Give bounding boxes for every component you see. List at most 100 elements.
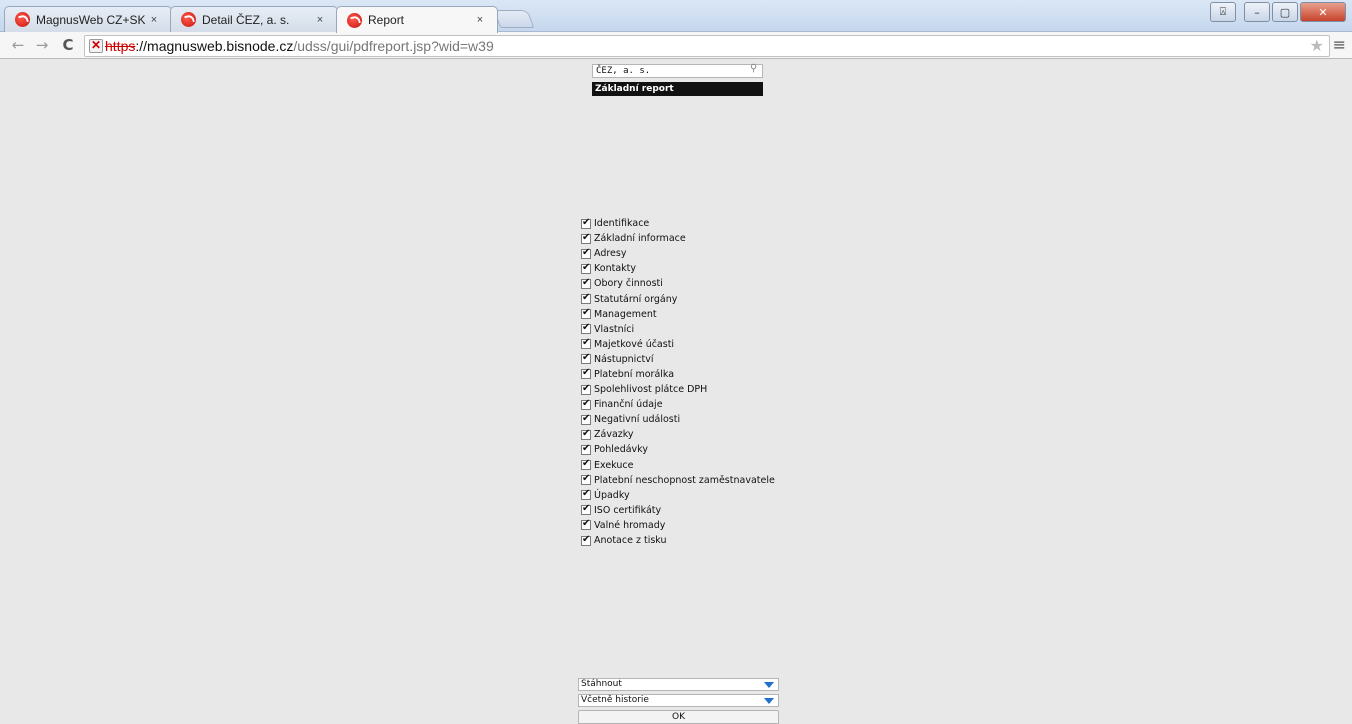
url-path: /udss/gui/pdfreport.jsp?wid=w39: [293, 38, 494, 54]
section-label: Kontakty: [594, 263, 636, 275]
report-sections-list: Identifikace Základní informace Adresy Kont…: [581, 216, 775, 548]
reload-icon[interactable]: C: [58, 35, 78, 55]
section-row[interactable]: Finanční údaje: [581, 397, 775, 412]
section-row[interactable]: Negativní události: [581, 412, 775, 427]
maximize-button[interactable]: ▢: [1272, 2, 1298, 22]
section-checkbox[interactable]: [581, 383, 591, 395]
user-icon[interactable]: ⍓: [1210, 2, 1236, 22]
output-mode-select[interactable]: Stáhnout: [578, 678, 779, 691]
tab-close-icon[interactable]: ×: [145, 14, 163, 26]
section-row[interactable]: Valné hromady: [581, 518, 775, 533]
search-icon[interactable]: ⚲: [750, 63, 757, 74]
section-row[interactable]: Úpadky: [581, 488, 775, 503]
section-checkbox[interactable]: [581, 337, 591, 350]
section-row[interactable]: Identifikace: [581, 216, 775, 231]
section-checkbox[interactable]: [581, 518, 591, 531]
section-checkbox[interactable]: [581, 292, 591, 305]
tab-title: Detail ČEZ, a. s.: [202, 12, 290, 27]
section-label: Platební morálka: [594, 368, 675, 380]
tab-magnusweb[interactable]: MagnusWeb CZ+SK ×: [4, 6, 172, 32]
close-window-button[interactable]: ✕: [1300, 2, 1346, 22]
dropdown-arrow-icon: [764, 698, 774, 704]
section-label: Adresy: [594, 248, 627, 260]
section-checkbox[interactable]: [581, 428, 591, 440]
section-checkbox[interactable]: [581, 322, 591, 335]
tab-title: Report: [368, 13, 405, 27]
section-checkbox[interactable]: [581, 443, 591, 455]
report-type-item[interactable]: Základní report: [592, 82, 763, 96]
window-controls: ⍓ – ▢ ✕: [1210, 2, 1346, 22]
tab-detail-cez[interactable]: Detail ČEZ, a. s. ×: [170, 6, 338, 32]
section-label: Nástupnictví: [594, 353, 654, 365]
new-tab-button[interactable]: [493, 10, 535, 28]
section-row[interactable]: Management: [581, 307, 775, 322]
section-label: Negativní události: [594, 414, 681, 426]
tab-report[interactable]: Report ×: [336, 6, 498, 33]
section-checkbox[interactable]: [581, 503, 591, 516]
section-row[interactable]: ISO certifikáty: [581, 503, 775, 518]
section-checkbox[interactable]: [581, 534, 591, 546]
section-row[interactable]: Obory činnosti: [581, 276, 775, 291]
section-checkbox[interactable]: [581, 307, 591, 320]
section-label: Spolehlivost plátce DPH: [594, 384, 708, 396]
section-checkbox[interactable]: [581, 232, 591, 244]
tab-close-icon[interactable]: ×: [311, 14, 329, 26]
section-label: ISO certifikáty: [594, 504, 662, 516]
section-label: Platební neschopnost zaměstnavatele: [594, 474, 775, 486]
section-checkbox[interactable]: [581, 458, 591, 471]
minimize-button[interactable]: –: [1244, 2, 1270, 22]
section-checkbox[interactable]: [581, 413, 591, 425]
section-row[interactable]: Pohledávky: [581, 442, 775, 457]
magnusweb-favicon-icon: [347, 12, 362, 28]
address-bar[interactable]: https ://magnusweb.bisnode.cz /udss/gui/…: [84, 35, 1330, 57]
section-checkbox[interactable]: [581, 247, 591, 259]
section-label: Statutární orgány: [594, 293, 678, 305]
ok-button[interactable]: OK: [578, 710, 779, 724]
section-row[interactable]: Anotace z tisku: [581, 533, 775, 548]
section-row[interactable]: Základní informace: [581, 231, 775, 246]
tab-close-icon[interactable]: ×: [471, 14, 489, 26]
section-row[interactable]: Kontakty: [581, 261, 775, 276]
section-row[interactable]: Závazky: [581, 427, 775, 442]
section-label: Majetkové účasti: [594, 338, 675, 350]
browser-menu-icon[interactable]: ≡: [1333, 35, 1346, 54]
section-row[interactable]: Platební neschopnost zaměstnavatele: [581, 473, 775, 488]
section-row[interactable]: Adresy: [581, 246, 775, 261]
section-checkbox[interactable]: [581, 473, 591, 486]
section-label: Úpadky: [594, 489, 630, 501]
section-checkbox[interactable]: [581, 367, 591, 380]
output-mode-value: Stáhnout: [581, 679, 622, 689]
section-row[interactable]: Nástupnictví: [581, 352, 775, 367]
section-checkbox[interactable]: [581, 488, 591, 501]
dropdown-arrow-icon: [764, 682, 774, 688]
back-arrow-icon[interactable]: ←: [8, 35, 28, 55]
tab-title: MagnusWeb CZ+SK: [36, 12, 145, 27]
section-checkbox[interactable]: [581, 262, 591, 274]
section-checkbox[interactable]: [581, 277, 591, 289]
section-label: Identifikace: [594, 218, 650, 230]
history-select[interactable]: Včetně historie: [578, 694, 779, 707]
company-search-input[interactable]: ČEZ, a. s.: [592, 64, 763, 78]
broken-lock-icon[interactable]: [89, 38, 103, 53]
section-label: Pohledávky: [594, 444, 648, 456]
section-checkbox[interactable]: [581, 217, 591, 229]
section-checkbox[interactable]: [581, 398, 591, 410]
section-label: Valné hromady: [594, 519, 666, 531]
bookmark-star-icon[interactable]: ★: [1310, 36, 1324, 55]
forward-arrow-icon[interactable]: →: [32, 35, 52, 55]
section-label: Základní informace: [594, 233, 686, 245]
section-checkbox[interactable]: [581, 352, 591, 365]
section-row[interactable]: Exekuce: [581, 458, 775, 473]
section-label: Vlastníci: [594, 323, 635, 335]
magnusweb-favicon-icon: [181, 12, 196, 27]
section-row[interactable]: Statutární orgány: [581, 291, 775, 306]
section-row[interactable]: Spolehlivost plátce DPH: [581, 382, 775, 397]
section-label: Management: [594, 308, 657, 320]
tab-strip: MagnusWeb CZ+SK × Detail ČEZ, a. s. × Re…: [0, 0, 1352, 33]
section-row[interactable]: Majetkové účasti: [581, 337, 775, 352]
url-host: ://magnusweb.bisnode.cz: [135, 38, 294, 54]
url-scheme: https: [105, 38, 136, 54]
section-row[interactable]: Platební morálka: [581, 367, 775, 382]
section-row[interactable]: Vlastníci: [581, 322, 775, 337]
history-value: Včetně historie: [581, 695, 649, 705]
